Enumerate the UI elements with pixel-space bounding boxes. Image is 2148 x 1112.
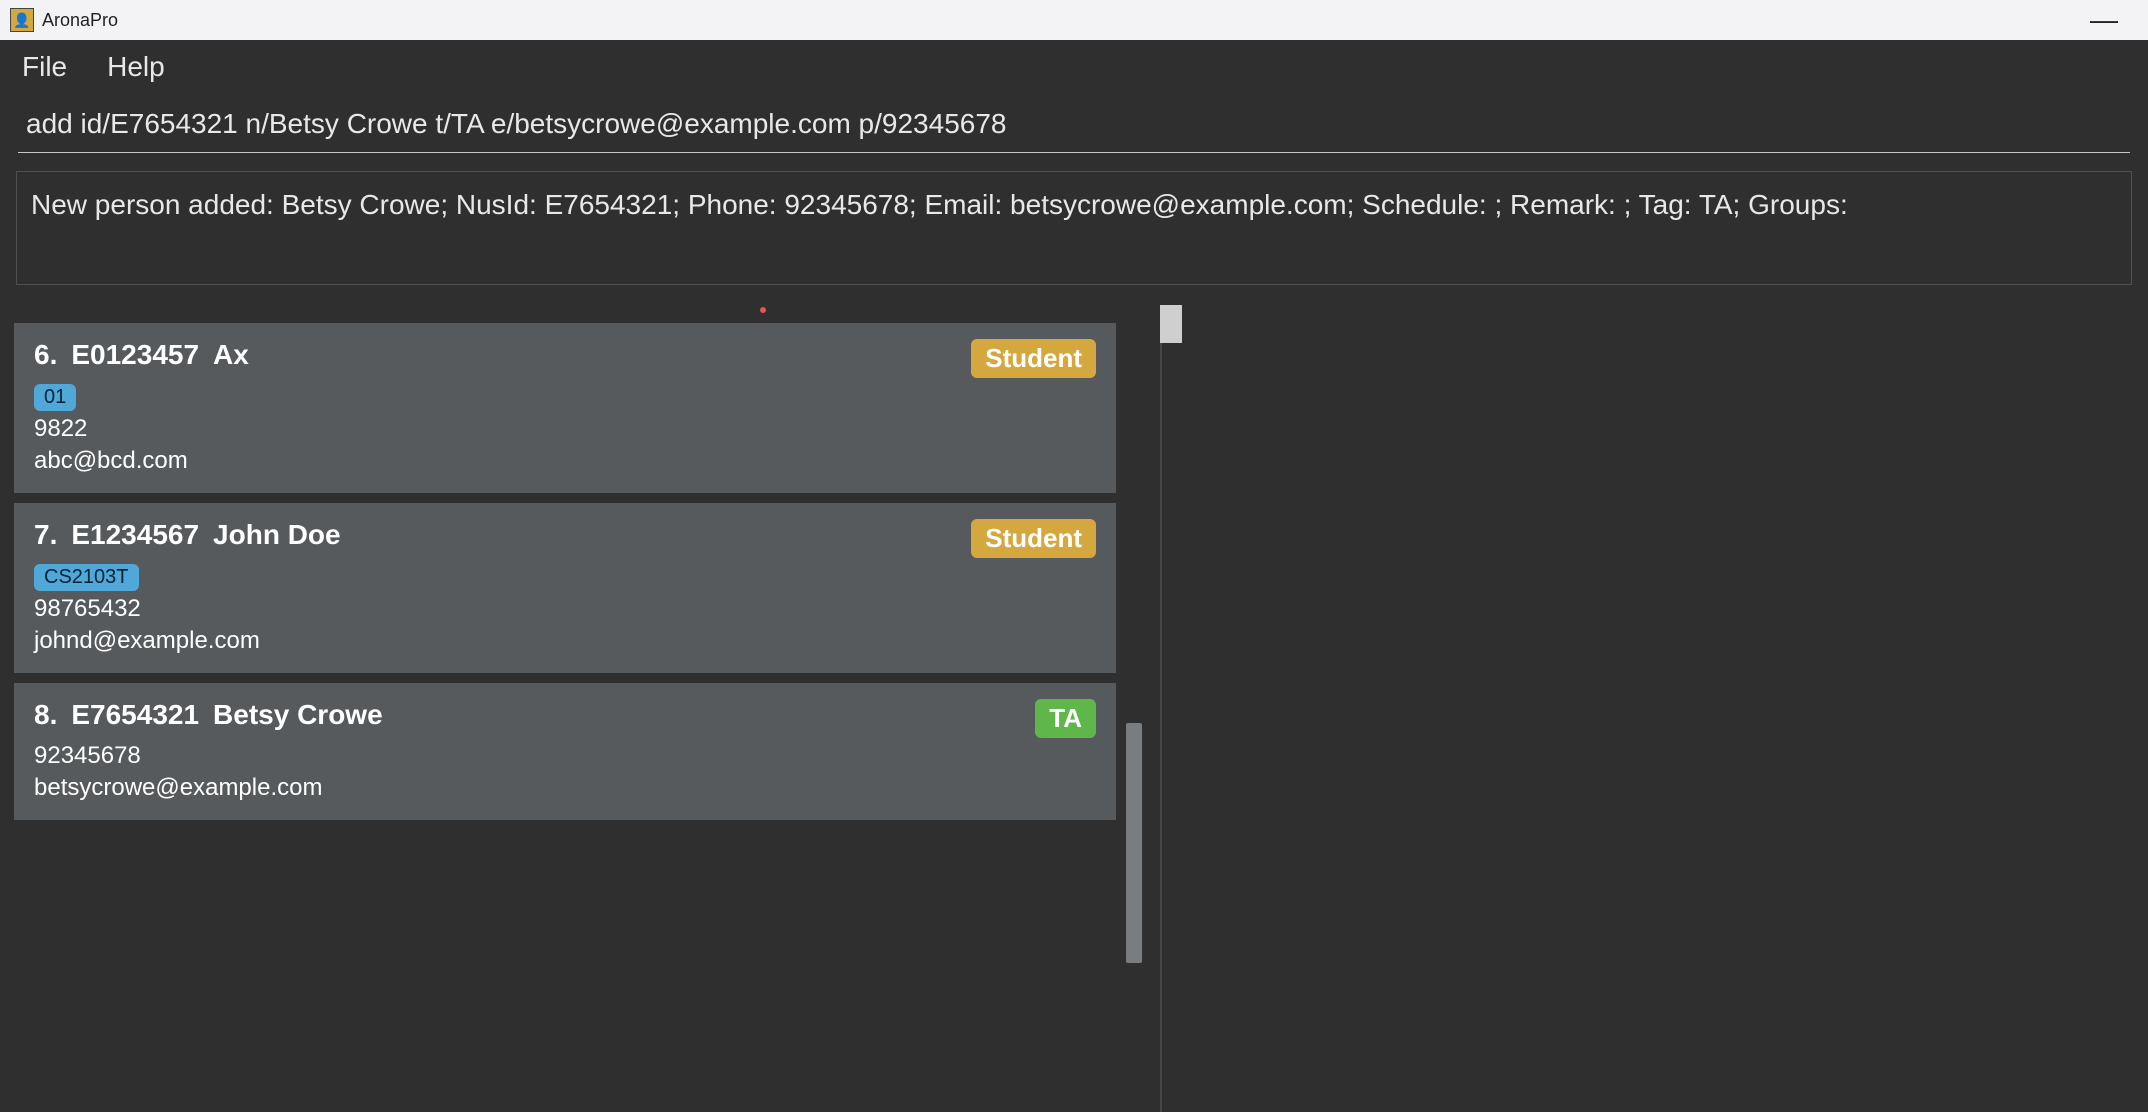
person-phone: 98765432 [34, 595, 1096, 623]
card-title: 6. E0123457 Ax [34, 339, 249, 371]
person-list-panel: 6. E0123457 Ax Student 01 9822 abc@bcd.c… [0, 305, 1160, 1112]
group-chip: 01 [34, 384, 76, 411]
person-name: Ax [213, 339, 249, 371]
card-header: 8. E7654321 Betsy Crowe TA [34, 699, 1096, 738]
title-bar-left: 👤 AronaPro [10, 8, 118, 32]
person-index: 8. [34, 699, 57, 731]
divider-dot [760, 307, 766, 313]
person-phone: 9822 [34, 415, 1096, 443]
person-card[interactable]: 7. E1234567 John Doe Student CS2103T 987… [14, 503, 1116, 673]
card-header: 6. E0123457 Ax Student [34, 339, 1096, 378]
app-title: AronaPro [42, 10, 118, 31]
person-card[interactable]: 6. E0123457 Ax Student 01 9822 abc@bcd.c… [14, 323, 1116, 493]
card-title: 8. E7654321 Betsy Crowe [34, 699, 383, 731]
app-body: File Help New person added: Betsy Crowe;… [0, 40, 2148, 1112]
card-title: 7. E1234567 John Doe [34, 519, 341, 551]
menu-file[interactable]: File [22, 51, 67, 83]
right-panel [1160, 305, 2148, 1112]
person-email: abc@bcd.com [34, 447, 1096, 475]
title-bar: 👤 AronaPro — [0, 0, 2148, 40]
person-nusid: E7654321 [71, 699, 199, 731]
person-card[interactable]: 8. E7654321 Betsy Crowe TA 92345678 bets… [14, 683, 1116, 820]
minimize-button[interactable]: — [2070, 4, 2138, 36]
person-name: John Doe [213, 519, 341, 551]
scrollbar-thumb[interactable] [1126, 723, 1142, 963]
right-scroll-indicator[interactable] [1160, 305, 1182, 343]
person-nusid: E1234567 [71, 519, 199, 551]
person-phone: 92345678 [34, 742, 1096, 770]
main-content: 6. E0123457 Ax Student 01 9822 abc@bcd.c… [0, 305, 2148, 1112]
tag-badge: Student [971, 519, 1096, 558]
menu-bar: File Help [0, 40, 2148, 94]
tag-badge: Student [971, 339, 1096, 378]
command-input-wrap [0, 100, 2148, 153]
person-index: 6. [34, 339, 57, 371]
app-icon: 👤 [10, 8, 34, 32]
command-input[interactable] [18, 100, 2130, 153]
card-header: 7. E1234567 John Doe Student [34, 519, 1096, 558]
result-display: New person added: Betsy Crowe; NusId: E7… [16, 171, 2132, 285]
person-email: johnd@example.com [34, 627, 1096, 655]
group-chip: CS2103T [34, 564, 139, 591]
person-index: 7. [34, 519, 57, 551]
person-email: betsycrowe@example.com [34, 774, 1096, 802]
person-list[interactable]: 6. E0123457 Ax Student 01 9822 abc@bcd.c… [14, 305, 1160, 820]
tag-badge: TA [1035, 699, 1096, 738]
person-nusid: E0123457 [71, 339, 199, 371]
menu-help[interactable]: Help [107, 51, 165, 83]
person-name: Betsy Crowe [213, 699, 383, 731]
